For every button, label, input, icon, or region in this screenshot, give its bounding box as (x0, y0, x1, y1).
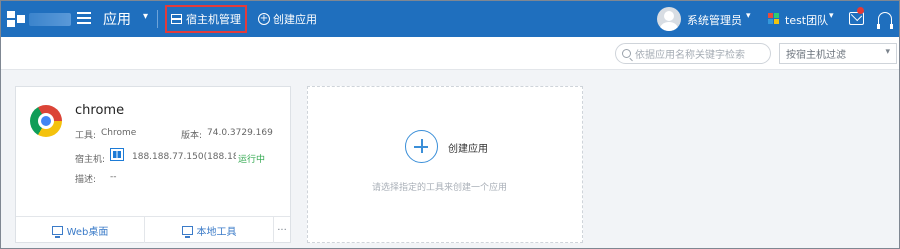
chevron-down-icon: ▾ (885, 47, 890, 57)
host-manage-label: 宿主机管理 (186, 13, 241, 26)
top-navigation-bar: 应用 ▾ 宿主机管理 + 创建应用 系统管理员 ▾ test团队 ▾ (1, 1, 899, 37)
local-tool-button[interactable]: 本地工具 (145, 217, 274, 243)
app-menu-title[interactable]: 应用 (103, 9, 131, 29)
web-desktop-label: Web桌面 (66, 226, 109, 238)
host-filter-placeholder: 按宿主机过滤 (786, 50, 846, 61)
brand-name-redacted (29, 13, 71, 26)
add-circle-icon[interactable] (405, 130, 438, 163)
server-icon (171, 14, 182, 24)
hamburger-menu-icon[interactable] (77, 12, 91, 24)
create-app-card[interactable]: 创建应用 请选择指定的工具来创建一个应用 (307, 86, 583, 243)
app-card-footer: Web桌面 本地工具 ··· (16, 216, 290, 243)
team-name[interactable]: test团队 (785, 12, 828, 28)
host-label: 宿主机: (75, 155, 106, 165)
filter-bar: 依据应用名称关键字检索 按宿主机过滤 ▾ (1, 37, 899, 70)
team-icon (768, 13, 780, 25)
user-name[interactable]: 系统管理员 (687, 12, 742, 28)
create-app-button[interactable]: + 创建应用 (258, 11, 317, 27)
app-card-chrome[interactable]: chrome 工具: Chrome 版本: 74.0.3729.169 宿主机:… (15, 86, 291, 243)
host-manage-button[interactable]: 宿主机管理 (165, 5, 247, 33)
notification-badge (857, 7, 864, 14)
status-badge: 运行中 (238, 155, 266, 165)
more-actions-button[interactable]: ··· (274, 217, 290, 243)
app-card-title: chrome (75, 103, 125, 118)
team-chevron-down-icon[interactable]: ▾ (829, 11, 834, 21)
tool-value: Chrome (101, 128, 137, 138)
host-value: 188.188.77.150(188.188.7 (132, 152, 236, 162)
search-placeholder: 依据应用名称关键字检索 (635, 50, 745, 61)
message-icon[interactable] (849, 12, 864, 25)
version-label: 版本: (181, 131, 203, 141)
local-tool-label: 本地工具 (196, 226, 237, 238)
chevron-down-icon[interactable]: ▾ (143, 11, 148, 22)
web-desktop-button[interactable]: Web桌面 (16, 217, 145, 243)
desktop-tool-icon (181, 225, 193, 238)
host-filter-select[interactable]: 按宿主机过滤 ▾ (779, 43, 897, 64)
header-divider (157, 10, 158, 28)
chrome-logo-icon (30, 105, 62, 137)
monitor-icon (51, 225, 63, 238)
product-logo-icon[interactable] (7, 11, 25, 27)
windows-icon (110, 148, 124, 161)
create-app-label: 创建应用 (273, 13, 317, 26)
desc-value: -- (110, 172, 117, 182)
version-value: 74.0.3729.169 (207, 128, 273, 138)
app-search-input[interactable]: 依据应用名称关键字检索 (615, 43, 771, 64)
user-chevron-down-icon[interactable]: ▾ (746, 11, 751, 21)
user-avatar[interactable] (657, 7, 681, 31)
tool-label: 工具: (75, 131, 97, 141)
search-icon (622, 49, 631, 58)
support-headset-icon[interactable] (877, 12, 893, 29)
create-app-card-label[interactable]: 创建应用 (448, 140, 488, 155)
desc-label: 描述: (75, 175, 97, 185)
create-app-hint: 请选择指定的工具来创建一个应用 (372, 183, 508, 193)
plus-circle-icon: + (258, 13, 270, 25)
